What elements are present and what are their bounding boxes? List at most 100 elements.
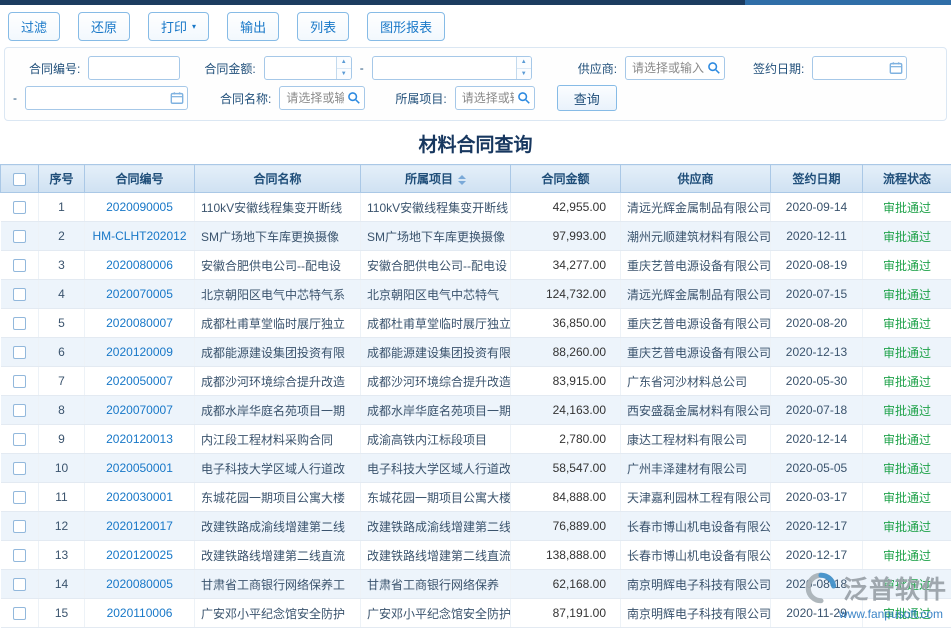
project-name: 成都能源建设集团投资有限 xyxy=(361,338,511,367)
flow-status: 审批通过 xyxy=(883,230,931,244)
filter-button[interactable]: 过滤 xyxy=(8,12,60,41)
search-icon[interactable] xyxy=(707,61,721,75)
table-row: 42020070005北京朝阳区电气中芯特气系北京朝阳区电气中芯特气124,73… xyxy=(1,280,951,309)
project-name: 成都杜甫草堂临时展厅独立 xyxy=(361,309,511,338)
contract-name: 电子科技大学区域人行道改 xyxy=(195,454,361,483)
contract-no-link[interactable]: 2020030001 xyxy=(106,490,173,504)
amount-min-stepper[interactable]: ▲▼ xyxy=(336,57,351,79)
project-name: 广安邓小平纪念馆安全防护 xyxy=(361,599,511,628)
flow-status: 审批通过 xyxy=(883,288,931,302)
contract-no-link[interactable]: 2020050001 xyxy=(106,461,173,475)
row-checkbox[interactable] xyxy=(13,549,26,562)
amount-max-input[interactable] xyxy=(372,56,532,80)
spin-up-icon[interactable]: ▲ xyxy=(337,57,351,69)
supplier-name: 潮州元顺建筑材料有限公司 xyxy=(621,222,771,251)
contract-name: 成都杜甫草堂临时展厅独立 xyxy=(195,309,361,338)
contract-name: 改建铁路成渝线增建第二线 xyxy=(195,512,361,541)
contract-no-link[interactable]: 2020120017 xyxy=(106,519,173,533)
contract-no-link[interactable]: 2020070007 xyxy=(106,403,173,417)
print-button[interactable]: 打印▾ xyxy=(148,12,209,41)
list-view-button[interactable]: 列表 xyxy=(297,12,349,41)
contract-name: 改建铁路线增建第二线直流 xyxy=(195,541,361,570)
sign-date: 2020-12-17 xyxy=(771,512,863,541)
search-icon[interactable] xyxy=(347,91,361,105)
row-checkbox[interactable] xyxy=(13,462,26,475)
export-button[interactable]: 输出 xyxy=(227,12,279,41)
row-seq: 8 xyxy=(39,396,85,425)
row-checkbox[interactable] xyxy=(13,317,26,330)
graph-report-button[interactable]: 图形报表 xyxy=(367,12,445,41)
contract-no-input[interactable] xyxy=(88,56,180,80)
query-button[interactable]: 查询 xyxy=(557,85,617,111)
sign-date: 2020-11-29 xyxy=(771,599,863,628)
sign-date: 2020-07-18 xyxy=(771,396,863,425)
sign-date-end-input[interactable] xyxy=(25,86,188,110)
search-icon[interactable] xyxy=(517,91,531,105)
row-checkbox[interactable] xyxy=(13,375,26,388)
contract-amount: 84,888.00 xyxy=(511,483,621,512)
row-seq: 1 xyxy=(39,193,85,222)
row-checkbox[interactable] xyxy=(13,230,26,243)
header-project-label: 所属项目 xyxy=(405,172,453,186)
restore-button[interactable]: 还原 xyxy=(78,12,130,41)
contract-name: 成都水岸华庭名苑项目一期 xyxy=(195,396,361,425)
row-checkbox[interactable] xyxy=(13,607,26,620)
row-checkbox[interactable] xyxy=(13,520,26,533)
amount-max-stepper[interactable]: ▲▼ xyxy=(516,57,531,79)
row-checkbox[interactable] xyxy=(13,201,26,214)
sign-date: 2020-12-17 xyxy=(771,541,863,570)
row-checkbox[interactable] xyxy=(13,491,26,504)
contract-no-link[interactable]: 2020120009 xyxy=(106,345,173,359)
contract-no-link[interactable]: 2020090005 xyxy=(106,200,173,214)
flow-status: 审批通过 xyxy=(883,201,931,215)
row-checkbox[interactable] xyxy=(13,259,26,272)
flow-status: 审批通过 xyxy=(883,375,931,389)
spin-down-icon[interactable]: ▼ xyxy=(337,69,351,80)
contract-no-link[interactable]: 2020110006 xyxy=(107,606,173,620)
row-seq: 15 xyxy=(39,599,85,628)
contract-amount: 36,850.00 xyxy=(511,309,621,338)
header-supplier: 供应商 xyxy=(621,165,771,193)
contract-name: 安徽合肥供电公司--配电设 xyxy=(195,251,361,280)
flow-status: 审批通过 xyxy=(883,346,931,360)
header-project[interactable]: 所属项目 xyxy=(361,165,511,193)
table-row: 52020080007成都杜甫草堂临时展厅独立成都杜甫草堂临时展厅独立36,85… xyxy=(1,309,951,338)
sign-date: 2020-12-13 xyxy=(771,338,863,367)
sign-date: 2020-08-18 xyxy=(771,570,863,599)
sort-icon[interactable] xyxy=(458,175,466,185)
row-checkbox[interactable] xyxy=(13,404,26,417)
contract-no-link[interactable]: 2020050007 xyxy=(106,374,173,388)
row-checkbox[interactable] xyxy=(13,346,26,359)
row-checkbox[interactable] xyxy=(13,433,26,446)
contract-no-link[interactable]: 2020080007 xyxy=(106,316,173,330)
table-row: 72020050007成都沙河环境综合提升改造成都沙河环境综合提升改造83,91… xyxy=(1,367,951,396)
spin-down-icon[interactable]: ▼ xyxy=(517,69,531,80)
calendar-icon[interactable] xyxy=(170,91,184,105)
row-seq: 3 xyxy=(39,251,85,280)
header-flow-status: 流程状态 xyxy=(863,165,951,193)
row-checkbox[interactable] xyxy=(13,288,26,301)
contract-no-link[interactable]: 2020120013 xyxy=(106,432,173,446)
project-name: 东城花园一期项目公寓大楼 xyxy=(361,483,511,512)
calendar-icon[interactable] xyxy=(889,61,903,75)
table-row: 132020120025改建铁路线增建第二线直流改建铁路线增建第二线直流138,… xyxy=(1,541,951,570)
contract-amount: 58,547.00 xyxy=(511,454,621,483)
flow-status: 审批通过 xyxy=(883,317,931,331)
row-seq: 14 xyxy=(39,570,85,599)
contract-no-link[interactable]: 2020080006 xyxy=(106,258,173,272)
header-contract-name: 合同名称 xyxy=(195,165,361,193)
row-checkbox[interactable] xyxy=(13,578,26,591)
table-row: 2HM-CLHT202012SM广场地下车库更换摄像SM广场地下车库更换摄像97… xyxy=(1,222,951,251)
sign-date: 2020-12-11 xyxy=(771,222,863,251)
spin-up-icon[interactable]: ▲ xyxy=(517,57,531,69)
select-all-checkbox[interactable] xyxy=(13,173,26,186)
contract-no-link[interactable]: 2020070005 xyxy=(106,287,173,301)
row-seq: 7 xyxy=(39,367,85,396)
contract-no-link[interactable]: 2020080005 xyxy=(106,577,173,591)
contract-no-link[interactable]: HM-CLHT202012 xyxy=(92,229,186,243)
contract-no-link[interactable]: 2020120025 xyxy=(106,548,173,562)
table-row: 152020110006广安邓小平纪念馆安全防护广安邓小平纪念馆安全防护87,1… xyxy=(1,599,951,628)
table-row: 82020070007成都水岸华庭名苑项目一期成都水岸华庭名苑项目一期24,16… xyxy=(1,396,951,425)
contract-table-body: 12020090005110kV安徽线程集变开断线110kV安徽线程集变开断线4… xyxy=(1,193,951,628)
contract-amount: 76,889.00 xyxy=(511,512,621,541)
